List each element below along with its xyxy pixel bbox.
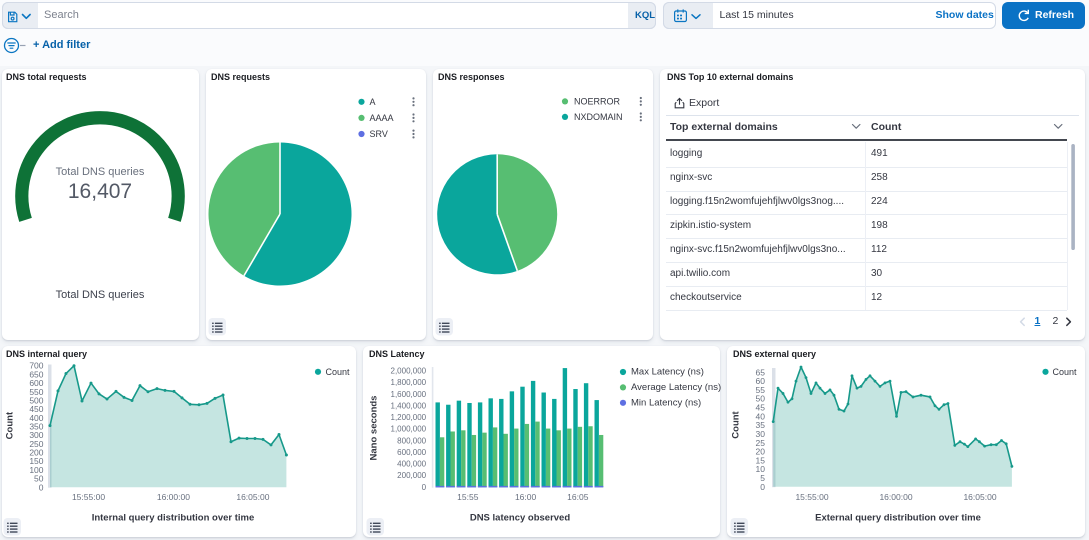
svg-text:NXDOMAIN: NXDOMAIN	[574, 112, 623, 122]
svg-text:16:05:00: 16:05:00	[963, 492, 996, 502]
svg-text:16:05:00: 16:05:00	[236, 492, 269, 502]
svg-text:0: 0	[760, 482, 765, 492]
svg-text:Nano seconds: Nano seconds	[369, 396, 380, 461]
svg-text:Count: Count	[5, 411, 16, 439]
svg-text:0: 0	[422, 483, 427, 492]
svg-text:400,000: 400,000	[397, 460, 426, 469]
svg-text:15:55: 15:55	[457, 492, 479, 502]
svg-text:600,000: 600,000	[397, 448, 426, 457]
svg-text:Internal query distribution ov: Internal query distribution over time	[92, 513, 255, 524]
svg-text:0: 0	[39, 482, 44, 492]
svg-text:15:55:00: 15:55:00	[795, 492, 828, 502]
svg-text:16:05: 16:05	[567, 492, 589, 502]
svg-text:2,000,000: 2,000,000	[391, 367, 427, 376]
svg-text:15:55:00: 15:55:00	[72, 492, 105, 502]
svg-text:800,000: 800,000	[397, 436, 426, 445]
svg-text:DNS latency observed: DNS latency observed	[470, 513, 571, 524]
svg-text:1,400,000: 1,400,000	[391, 401, 427, 410]
svg-text:1,200,000: 1,200,000	[391, 413, 427, 422]
svg-text:NOERROR: NOERROR	[574, 96, 621, 106]
svg-text:External query distribution ov: External query distribution over time	[815, 513, 981, 524]
svg-text:A: A	[370, 97, 376, 107]
svg-text:Max Latency (ns): Max Latency (ns)	[631, 367, 704, 378]
svg-text:Average Latency (ns): Average Latency (ns)	[631, 382, 721, 393]
svg-text:1,000,000: 1,000,000	[391, 425, 427, 434]
svg-text:16:00:00: 16:00:00	[157, 492, 190, 502]
svg-text:Count: Count	[731, 410, 742, 438]
svg-text:16:00:00: 16:00:00	[879, 492, 912, 502]
svg-text:SRV: SRV	[370, 129, 388, 139]
svg-text:Min Latency (ns): Min Latency (ns)	[631, 397, 701, 408]
svg-text:1,800,000: 1,800,000	[391, 378, 427, 387]
svg-text:Count: Count	[1053, 367, 1078, 377]
svg-text:16:00: 16:00	[515, 492, 537, 502]
svg-text:AAAA: AAAA	[370, 113, 394, 123]
svg-text:200,000: 200,000	[397, 471, 426, 480]
svg-text:Count: Count	[326, 367, 351, 377]
svg-text:1,600,000: 1,600,000	[391, 390, 427, 399]
